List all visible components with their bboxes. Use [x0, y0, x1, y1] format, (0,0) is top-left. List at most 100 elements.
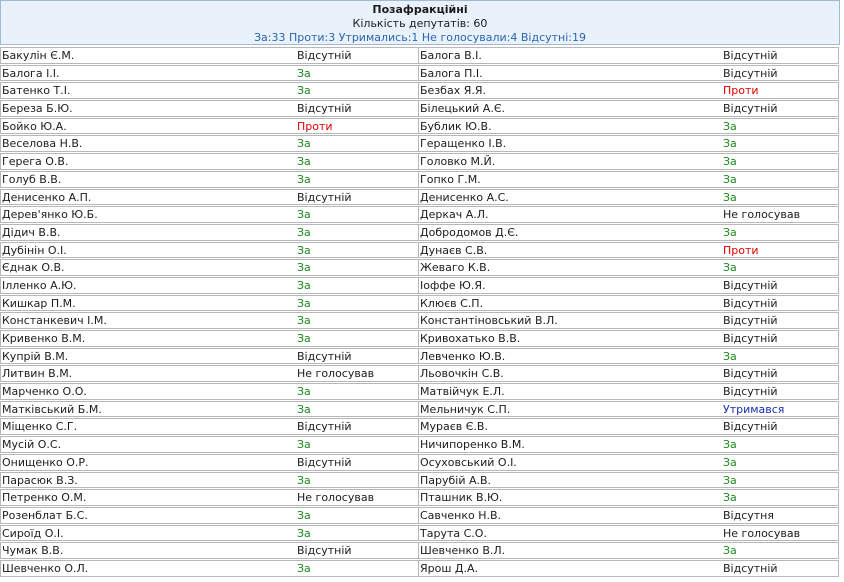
deputy-row: Бакулін Є.М. Відсутній — [0, 47, 421, 64]
deputy-name: Розенблат Б.С. — [2, 508, 88, 522]
deputy-row: Левченко Ю.В. За — [418, 347, 839, 365]
deputy-vote: За — [297, 208, 311, 222]
deputy-vote: За — [297, 155, 311, 169]
deputy-name: Бойко Ю.А. — [2, 119, 67, 133]
deputy-name: Балога П.І. — [420, 66, 483, 80]
deputy-name: Савченко Н.В. — [420, 508, 502, 522]
deputy-vote: За — [297, 314, 311, 328]
deputy-row: Геращенко І.В. За — [418, 135, 839, 153]
deputy-row: Шевченко О.Л. За — [0, 559, 421, 577]
deputy-vote: Відсутній — [723, 332, 778, 345]
deputy-name: Дерев'янко Ю.Б. — [2, 208, 98, 222]
deputy-name: Литвин В.М. — [2, 367, 73, 381]
deputy-name: Сироїд О.І. — [2, 526, 64, 540]
deputy-name: Парубій А.В. — [420, 473, 492, 487]
deputy-name: Міщенко С.Г. — [2, 420, 78, 434]
deputy-vote: За — [297, 172, 311, 186]
deputy-name: Головко М.Й. — [420, 155, 496, 169]
deputy-vote: За — [297, 385, 311, 399]
deputy-vote: За — [723, 155, 737, 169]
deputy-row: Балога В.І. Відсутній — [418, 47, 839, 64]
deputy-row: Деркач А.Л. Не голосував — [418, 206, 839, 223]
deputy-name: Герега О.В. — [2, 155, 69, 169]
deputy-vote: За — [297, 137, 311, 151]
deputy-vote: За — [297, 332, 311, 345]
deputy-name: Тарута С.О. — [420, 526, 487, 540]
deputy-row: Матвійчук Е.Л. Відсутній — [418, 383, 839, 400]
deputy-row: Кишкар П.М. За — [0, 294, 421, 312]
faction-title: Позафракційні — [372, 3, 468, 16]
deputy-name: Матківський Б.М. — [2, 402, 102, 416]
deputy-name: Онищенко О.Р. — [2, 455, 89, 469]
deputy-row: Бойко Ю.А. Проти — [0, 117, 421, 135]
deputy-vote: За — [297, 438, 311, 452]
deputy-name: Пташник В.Ю. — [420, 491, 503, 505]
deputy-vote: За — [723, 473, 737, 487]
deputy-row: Пташник В.Ю. За — [418, 489, 839, 506]
deputy-vote: За — [297, 84, 311, 98]
deputy-vote: За — [723, 137, 737, 151]
deputy-row: Міщенко С.Г. Відсутній — [0, 418, 421, 436]
deputy-vote: За — [297, 278, 311, 292]
deputy-vote: Відсутній — [723, 314, 778, 328]
deputy-row: Тарута С.О. Не голосував — [418, 524, 839, 542]
deputy-name: Клюєв С.П. — [420, 296, 484, 310]
deputy-row: Голуб В.В. За — [0, 170, 421, 188]
deputy-row: Ілленко А.Ю. За — [0, 276, 421, 294]
deputy-vote: Не голосував — [723, 208, 801, 222]
deputy-name: Безбах Я.Я. — [420, 84, 486, 98]
deputy-vote: За — [297, 243, 311, 257]
deputy-row: Головко М.Й. За — [418, 153, 839, 170]
deputy-vote: За — [297, 508, 311, 522]
deputy-name: Дідич В.В. — [2, 225, 61, 239]
deputy-name: Шевченко О.Л. — [2, 561, 89, 575]
deputy-vote: Відсутня — [723, 508, 774, 522]
deputy-vote: За — [723, 119, 737, 133]
deputy-row: Дерев'янко Ю.Б. За — [0, 206, 421, 223]
deputy-name: Матвійчук Е.Л. — [420, 385, 505, 399]
deputy-vote: Відсутній — [297, 349, 352, 363]
deputy-row: Батенко Т.І. За — [0, 82, 421, 100]
deputy-vote: Відсутній — [297, 102, 352, 116]
deputy-row: Дубінін О.І. За — [0, 241, 421, 259]
deputy-vote: За — [723, 491, 737, 505]
deputy-row: Ничипоренко В.М. За — [418, 436, 839, 453]
deputy-name: Левченко Ю.В. — [420, 349, 506, 363]
deputy-row: Парасюк В.З. За — [0, 471, 421, 489]
deputy-name: Дубінін О.І. — [2, 243, 67, 257]
deputy-name: Балога В.І. — [420, 49, 482, 62]
deputy-name: Ярош Д.А. — [420, 561, 479, 575]
deputy-row: Іоффе Ю.Я. Відсутній — [418, 276, 839, 294]
deputy-vote: За — [723, 544, 737, 558]
deputy-row: Денисенко А.С. За — [418, 188, 839, 206]
deputy-vote: Відсутній — [723, 49, 778, 62]
deputy-row: Дідич В.В. За — [0, 223, 421, 241]
deputy-row: Льовочкін С.В. Відсутній — [418, 365, 839, 383]
deputy-vote: За — [723, 225, 737, 239]
deputy-row: Онищенко О.Р. Відсутній — [0, 453, 421, 471]
deputy-name: Гопко Г.М. — [420, 172, 481, 186]
deputy-row: Гопко Г.М. За — [418, 170, 839, 188]
deputy-name: Кишкар П.М. — [2, 296, 76, 310]
deputy-row: Веселова Н.В. За — [0, 135, 421, 153]
deputy-name: Марченко О.О. — [2, 385, 87, 399]
deputy-row: Ярош Д.А. Відсутній — [418, 559, 839, 577]
deputy-vote: Не голосував — [723, 526, 801, 540]
deputy-vote: Відсутній — [723, 561, 778, 575]
deputy-vote: За — [297, 66, 311, 80]
deputy-row: Клюєв С.П. Відсутній — [418, 294, 839, 312]
deputy-vote: Відсутній — [723, 367, 778, 381]
deputy-name: Льовочкін С.В. — [420, 367, 504, 381]
deputy-name: Ілленко А.Ю. — [2, 278, 77, 292]
deputy-vote: Проти — [723, 243, 759, 257]
deputy-vote: За — [297, 526, 311, 540]
deputy-vote: За — [297, 561, 311, 575]
deputy-vote: Відсутній — [297, 49, 352, 62]
deputy-row: Балога П.І. Відсутній — [418, 64, 839, 82]
deputy-row: Мусій О.С. За — [0, 436, 421, 453]
deputy-vote: За — [297, 402, 311, 416]
deputy-name: Денисенко А.П. — [2, 190, 92, 204]
deputy-row: Добродомов Д.Є. За — [418, 223, 839, 241]
deputy-vote: Відсутній — [723, 102, 778, 116]
deputy-row: Дунаєв С.В. Проти — [418, 241, 839, 259]
